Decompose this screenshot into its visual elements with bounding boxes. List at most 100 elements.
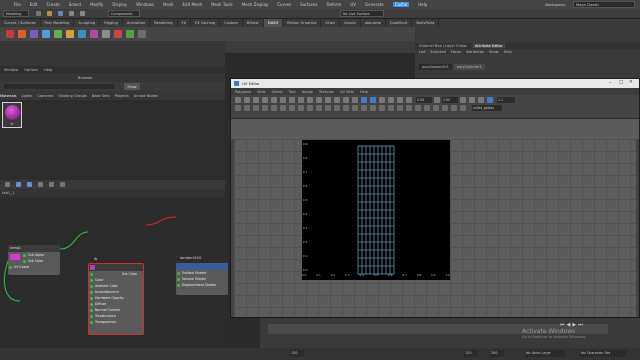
mash-signal-icon[interactable] (54, 30, 62, 38)
shelf-tab[interactable]: FX (178, 19, 192, 27)
menu-edit[interactable]: Edit (30, 2, 38, 7)
graph-layout-icon[interactable] (49, 182, 54, 187)
uv-tool-icon[interactable] (271, 105, 277, 111)
uv-canvas[interactable]: 0.9 0.8 0.7 0.6 0.5 0.4 0.3 0.2 0.1 0.0 … (234, 139, 636, 317)
shelf-tab[interactable]: Curves / Surfaces (0, 19, 41, 27)
uv-rotate-icon[interactable] (253, 97, 259, 103)
shelf-tab[interactable]: BodyPaint (412, 19, 440, 27)
browser-search-field[interactable] (4, 84, 114, 89)
browser-tab-cameras[interactable]: Cameras (37, 94, 53, 98)
uv-tool-icon[interactable] (415, 105, 421, 111)
uv-tool-icon[interactable] (406, 105, 412, 111)
lambert-node[interactable]: lb Out Color Color Ambient Color Incande… (88, 257, 144, 335)
menu-display[interactable]: Display (112, 2, 127, 7)
uv-tool-icon[interactable] (460, 105, 466, 111)
browser-tab-lights[interactable]: Lights (21, 94, 32, 98)
ramp-node[interactable]: ramp1 Out Alpha Out Color UV Coord (8, 245, 60, 275)
mash-curve-icon[interactable] (102, 30, 110, 38)
menu-surfaces[interactable]: Surfaces (300, 2, 317, 7)
uv-menu-image[interactable]: Image (302, 90, 313, 94)
browser-tab-materials[interactable]: Materials (0, 94, 16, 98)
uv-tool-icon[interactable] (334, 105, 340, 111)
mash-time-icon[interactable] (78, 30, 86, 38)
close-icon[interactable]: ✕ (629, 80, 633, 85)
uv-gamma-field[interactable]: 1.00 (442, 97, 458, 103)
uv-menu-view[interactable]: View (257, 90, 266, 94)
material-swatch[interactable]: lb (2, 102, 22, 128)
uv-select-icon[interactable] (235, 97, 241, 103)
uv-cut-icon[interactable] (307, 97, 313, 103)
menu-file[interactable]: File (14, 2, 21, 7)
shading-group-node[interactable]: lambert2SG Surface Shader Volume Shader … (176, 256, 228, 295)
uv-tool-icon[interactable] (370, 105, 376, 111)
attr-menu-help[interactable]: Help (504, 50, 512, 54)
uv-exposure-field[interactable]: 0.00 (416, 97, 432, 103)
open-scene-icon[interactable] (47, 11, 52, 16)
uv-menu-textures[interactable]: Textures (319, 90, 334, 94)
attr-menu-list[interactable]: List (419, 50, 425, 54)
mode-dropdown[interactable]: Modeling (3, 10, 29, 17)
save-scene-icon[interactable] (58, 11, 63, 16)
attr-menu-focus[interactable]: Focus (451, 50, 461, 54)
hypershade-menu-window[interactable]: Window (4, 68, 18, 72)
uv-pin-icon[interactable] (478, 97, 484, 103)
uv-distortion-icon[interactable] (469, 97, 475, 103)
uv-texture-icon[interactable] (379, 97, 385, 103)
menu-mesh[interactable]: Mesh (163, 2, 174, 7)
uv-tool-icon[interactable] (451, 105, 457, 111)
uv-shaded-icon[interactable] (370, 97, 376, 103)
mash-color-icon[interactable] (90, 30, 98, 38)
uv-flip-u-icon[interactable] (271, 97, 277, 103)
uv-image-icon[interactable] (388, 97, 394, 103)
uv-isolate-icon[interactable] (460, 97, 466, 103)
shelf-tab[interactable]: Bifrost (243, 19, 264, 27)
shelf-tab[interactable]: Arnold (340, 19, 361, 27)
shelf-tab[interactable]: Qualifiont (386, 19, 413, 27)
lambert-transparency[interactable]: Transparency (89, 319, 143, 325)
uv-borders-icon[interactable] (487, 97, 493, 103)
shelf-tab[interactable]: aboutme (361, 19, 386, 27)
shelf-tab[interactable]: Rigging (100, 19, 123, 27)
uv-tool-icon[interactable] (352, 105, 358, 111)
browser-show-button[interactable]: Show (124, 83, 140, 90)
uv-tool-icon[interactable] (325, 105, 331, 111)
maximize-icon[interactable]: □ (619, 80, 623, 85)
uv-unfold-icon[interactable] (325, 97, 331, 103)
uv-gamma-icon[interactable] (434, 97, 440, 103)
mash-repro-icon[interactable] (66, 30, 74, 38)
browser-tab-bake-sets[interactable]: Bake Sets (92, 94, 110, 98)
uv-flip-v-icon[interactable] (280, 97, 286, 103)
shelf-tab[interactable]: Sculpting (74, 19, 101, 27)
current-time-field[interactable]: 120 (290, 350, 304, 357)
shelf-tab[interactable]: Rendering (150, 19, 178, 27)
mash-distribute-icon[interactable] (18, 30, 26, 38)
browser-tab-shading-groups[interactable]: Shading Groups (58, 94, 87, 98)
uv-tool-icon[interactable] (253, 105, 259, 111)
character-set-dropdown[interactable]: No Character Set (580, 350, 626, 357)
hypershade-menu-options[interactable]: Options (24, 68, 38, 72)
uv-sew-icon[interactable] (316, 97, 322, 103)
tab-attribute-editor[interactable]: Attribute Editor (472, 44, 505, 48)
uv-menu-help[interactable]: Help (360, 90, 368, 94)
uv-exposure-icon[interactable] (406, 97, 412, 103)
graph-input-icon[interactable] (16, 182, 21, 187)
menu-modify[interactable]: Modify (90, 2, 103, 7)
undo-icon[interactable] (69, 11, 74, 16)
mash-random-icon[interactable] (30, 30, 38, 38)
graph-clear-icon[interactable] (5, 182, 10, 187)
uv-rotate-cw-icon[interactable] (298, 97, 304, 103)
uv-tool-icon[interactable] (433, 105, 439, 111)
attr-menu-show[interactable]: Show (489, 50, 499, 54)
uv-set-dropdown[interactable]: uvSet_gbless (472, 105, 502, 111)
uv-tool-icon[interactable] (424, 105, 430, 111)
uv-tool-icon[interactable] (388, 105, 394, 111)
shelf-tab[interactable]: Animation (123, 19, 151, 27)
uv-tool-icon[interactable] (289, 105, 295, 111)
menu-windows[interactable]: Windows (136, 2, 154, 7)
uv-tool-icon[interactable] (262, 105, 268, 111)
browser-tab-projects[interactable]: Projects (115, 94, 129, 98)
menu-cache[interactable]: Cache (392, 2, 410, 7)
sg-displacement-shader[interactable]: Displacement Shader (176, 282, 228, 288)
browser-tab-arnold-nodes[interactable]: Arnold Nodes (134, 94, 158, 98)
menu-deform[interactable]: Deform (326, 2, 341, 7)
